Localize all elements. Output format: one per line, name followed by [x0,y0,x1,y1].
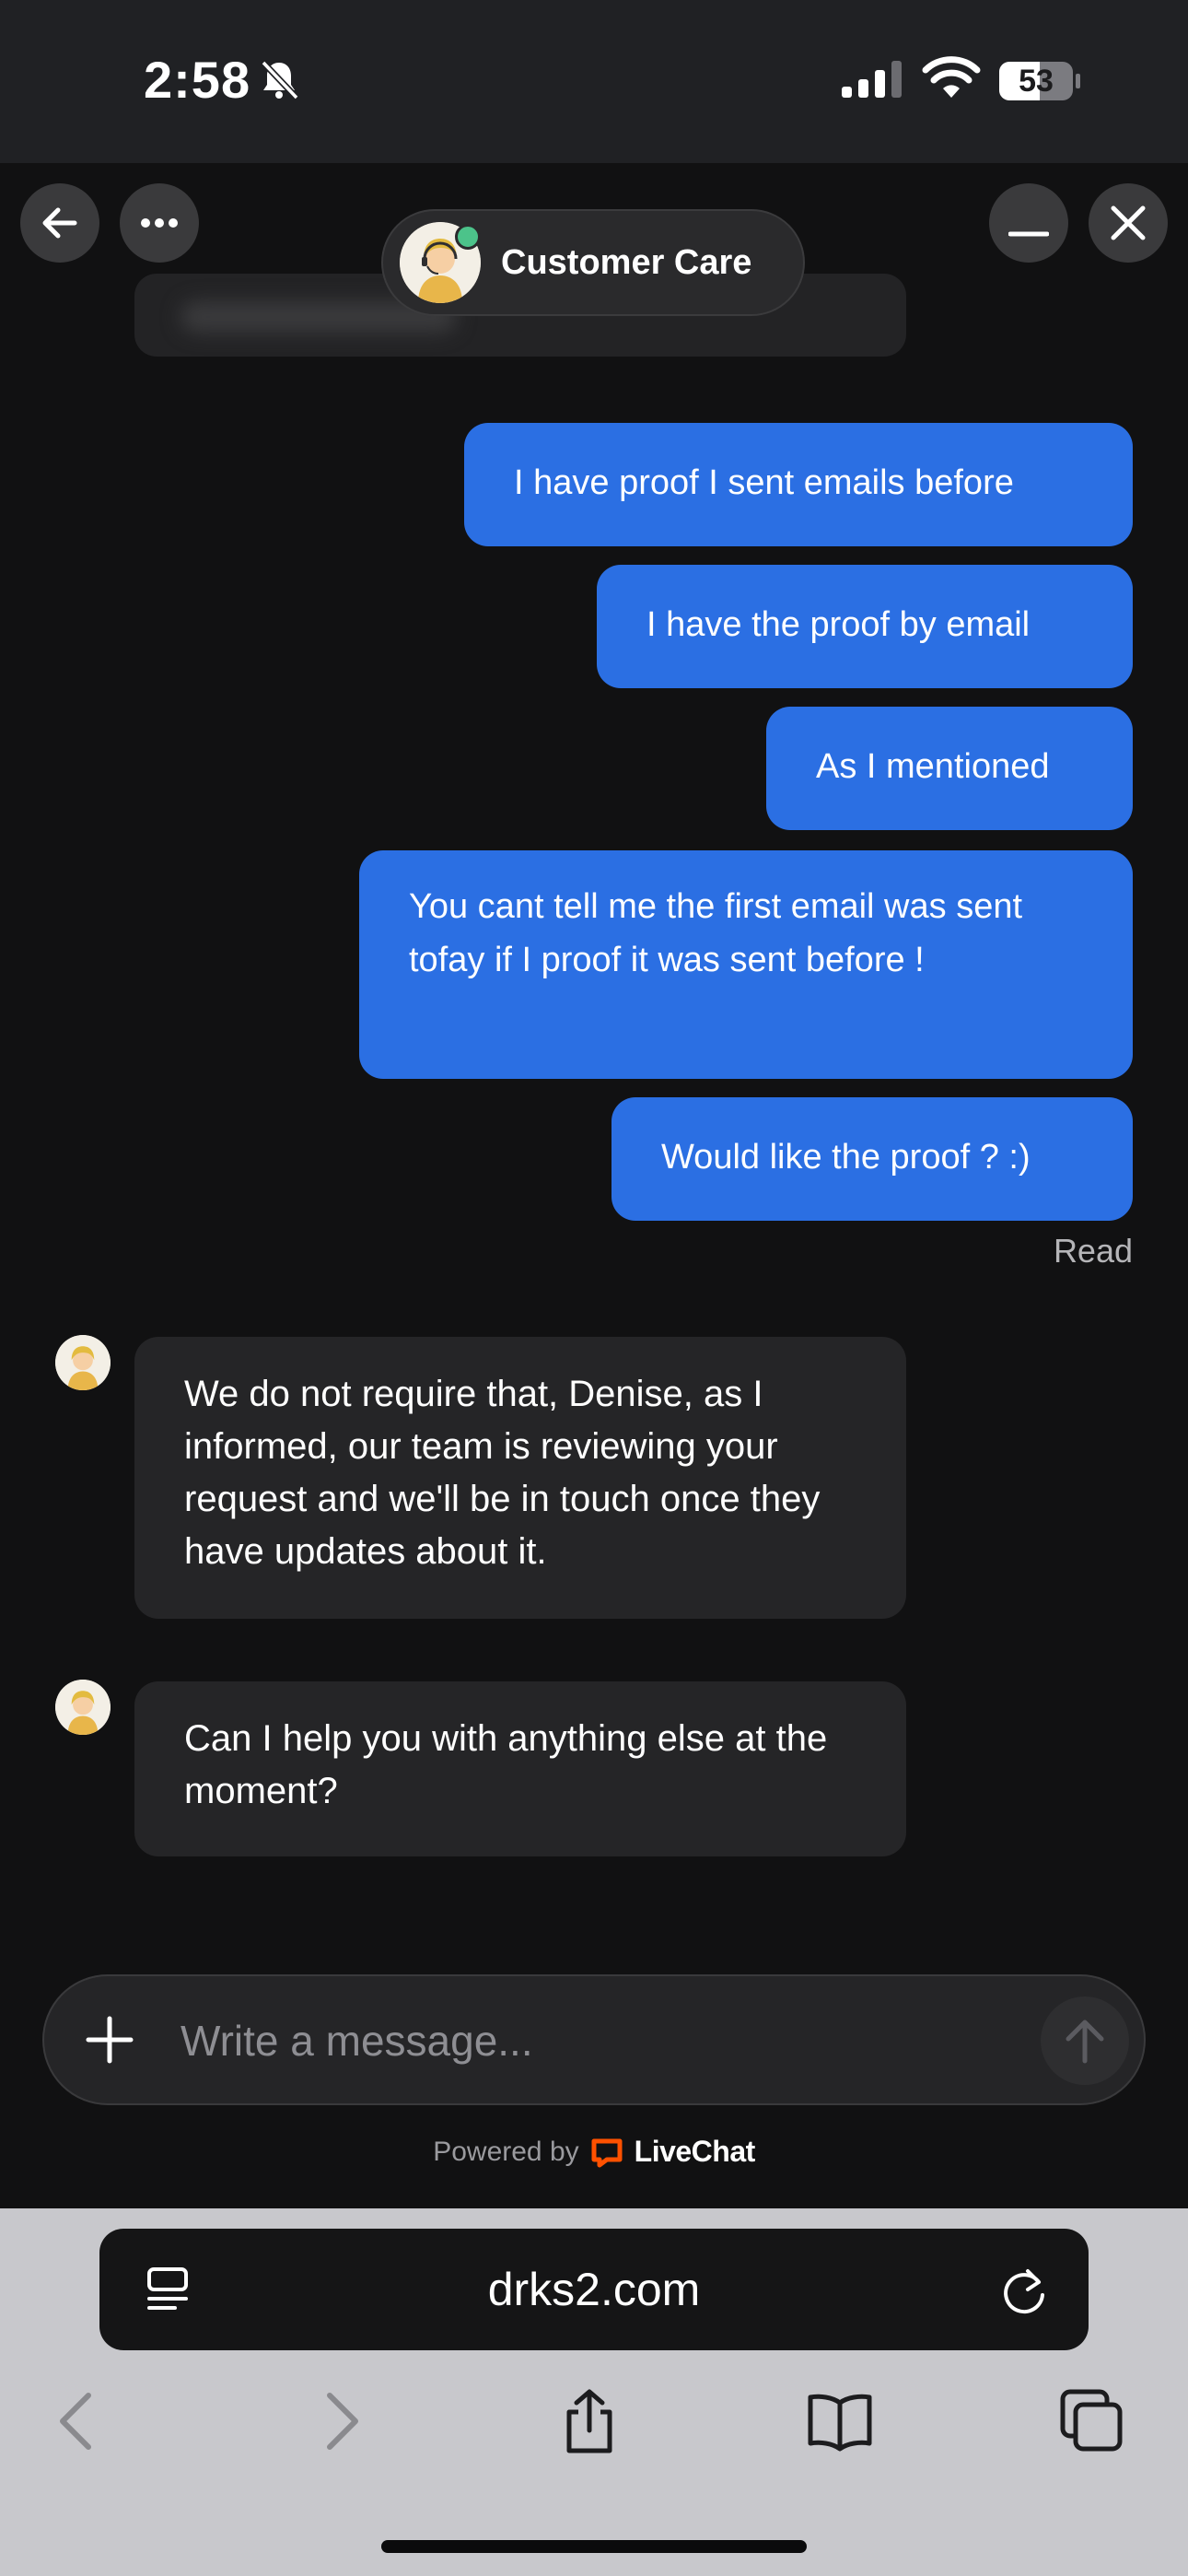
agent-avatar-small [55,1335,111,1390]
outgoing-message: As I mentioned [766,707,1133,830]
incoming-message: We do not require that, Denise, as I inf… [134,1337,906,1619]
livechat-logo-icon [591,2138,623,2167]
chat-window: Customer Care I have proof I sent emails… [0,163,1188,2208]
url-text: drks2.com [487,2264,701,2315]
cellular-signal-icon [842,61,902,98]
agent-avatar-icon [55,1335,111,1390]
bell-slash-icon [261,60,299,100]
outgoing-message: You cant tell me the first email was sen… [359,850,1133,1079]
online-status-dot [455,224,481,250]
back-icon[interactable] [46,2388,112,2454]
wifi-icon [922,56,981,98]
share-icon[interactable] [556,2388,623,2454]
status-time: 2:58 [144,51,251,109]
agent-header[interactable]: Customer Care [381,209,805,316]
plus-icon[interactable] [81,2011,138,2068]
more-options-button[interactable] [120,183,199,263]
minimize-icon [1008,231,1049,237]
reload-icon[interactable] [1000,2266,1050,2315]
bookmarks-icon[interactable] [807,2388,873,2454]
send-arrow-icon [1066,2020,1104,2064]
agent-avatar-icon [55,1680,111,1735]
close-icon [1111,205,1146,240]
forward-icon[interactable] [306,2388,372,2454]
home-indicator[interactable] [381,2540,807,2553]
outgoing-message: I have the proof by email [597,565,1133,688]
outgoing-message: I have proof I sent emails before [464,423,1133,546]
powered-by-footer: Powered by LiveChat [0,2135,1188,2169]
back-button[interactable] [20,183,99,263]
message-composer [42,1974,1146,2105]
send-button[interactable] [1041,1996,1129,2085]
status-bar: 2:58 53 [0,0,1188,163]
outgoing-message: Would like the proof ? :) [611,1097,1133,1221]
incoming-message: Can I help you with anything else at the… [134,1681,906,1856]
tabs-icon[interactable] [1059,2388,1125,2454]
more-dots-icon [141,218,178,228]
address-bar[interactable]: drks2.com [99,2229,1089,2350]
read-receipt: Read [1053,1232,1133,1270]
close-chat-button[interactable] [1089,183,1168,263]
message-input[interactable] [179,1976,1011,2105]
agent-avatar-small [55,1680,111,1735]
agent-name: Customer Care [501,243,752,282]
livechat-brand[interactable]: LiveChat [635,2135,756,2169]
minimize-button[interactable] [989,183,1068,263]
powered-by-label: Powered by [433,2136,579,2167]
battery-level: 53 [1019,64,1054,99]
back-arrow-icon [42,207,77,239]
